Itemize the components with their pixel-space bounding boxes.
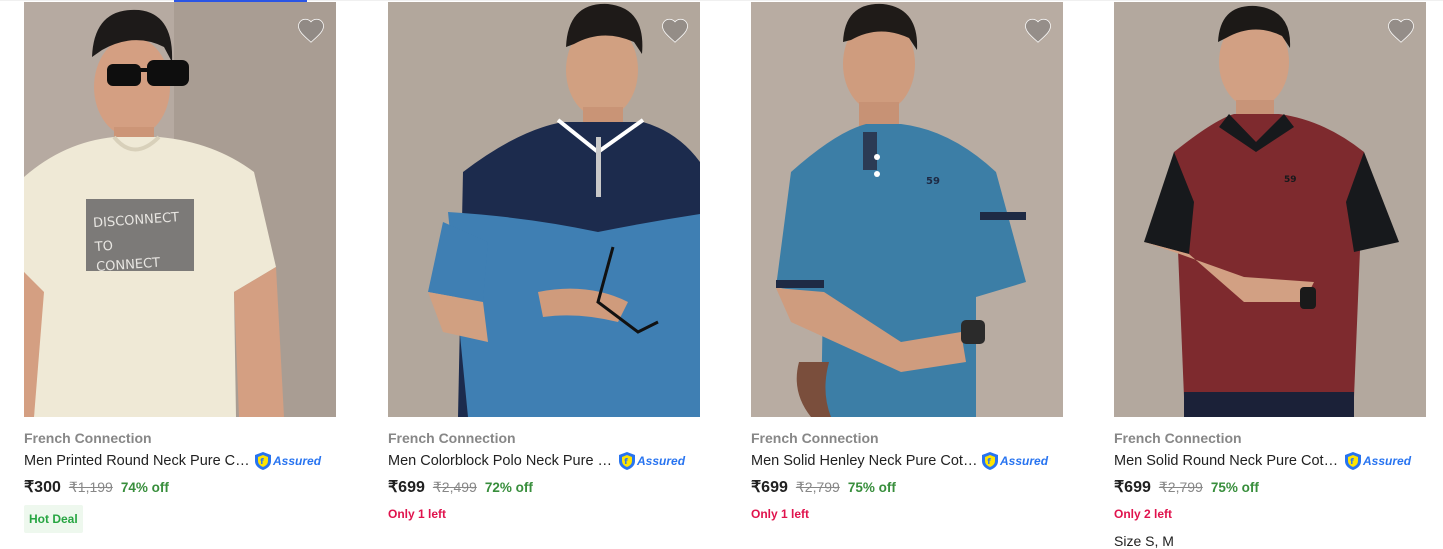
wishlist-heart-icon[interactable] bbox=[1023, 16, 1053, 46]
product-title-row[interactable]: Men Solid Henley Neck Pure Cotton T-shir… bbox=[751, 451, 1048, 471]
assured-label: Assured bbox=[1000, 454, 1049, 468]
product-title[interactable]: Men Printed Round Neck Pure Cotton T-shi… bbox=[24, 453, 252, 469]
product-image[interactable]: DISCONNECT TO CONNECT bbox=[24, 2, 336, 417]
product-image[interactable]: 59 bbox=[1114, 2, 1426, 417]
product-brand: French Connection bbox=[1114, 430, 1242, 446]
product-title-row[interactable]: Men Colorblock Polo Neck Pure Cotton T-s… bbox=[388, 451, 685, 471]
wishlist-heart-icon[interactable] bbox=[660, 16, 690, 46]
price-row: ₹699 ₹2,499 72% off bbox=[388, 477, 533, 497]
assured-label: Assured bbox=[637, 454, 686, 468]
hot-deal-badge: Hot Deal bbox=[24, 505, 83, 533]
assured-shield-icon: f bbox=[255, 452, 271, 470]
product-title-row[interactable]: Men Printed Round Neck Pure Cotton T-shi… bbox=[24, 451, 321, 471]
available-sizes: Size S, M bbox=[1114, 533, 1174, 549]
assured-badge: f Assured bbox=[981, 451, 1048, 471]
model-illustration bbox=[428, 3, 700, 417]
assured-badge: f Assured bbox=[1344, 451, 1411, 471]
original-price: ₹1,199 bbox=[68, 479, 113, 495]
product-card[interactable]: DISCONNECT TO CONNECT French Connection … bbox=[24, 0, 336, 541]
svg-text:59: 59 bbox=[1284, 175, 1297, 185]
assured-label: Assured bbox=[273, 454, 322, 468]
selling-price: ₹300 bbox=[24, 479, 61, 496]
product-title[interactable]: Men Colorblock Polo Neck Pure Cotton T-s… bbox=[388, 453, 616, 469]
discount-label: 75% off bbox=[847, 480, 896, 495]
product-card[interactable]: 59 French Connection Men Solid Henley Ne… bbox=[751, 0, 1063, 541]
svg-text:f: f bbox=[260, 457, 264, 466]
wishlist-heart-icon[interactable] bbox=[1386, 16, 1416, 46]
price-row: ₹699 ₹2,799 75% off bbox=[1114, 477, 1259, 497]
assured-badge: f Assured bbox=[618, 451, 685, 471]
original-price: ₹2,499 bbox=[432, 479, 477, 495]
model-illustration: 59 bbox=[776, 3, 1026, 417]
svg-text:f: f bbox=[1350, 457, 1354, 466]
discount-label: 74% off bbox=[120, 480, 169, 495]
product-title[interactable]: Men Solid Henley Neck Pure Cotton T-shir… bbox=[751, 453, 979, 469]
product-title[interactable]: Men Solid Round Neck Pure Cotton T-shirt bbox=[1114, 453, 1342, 469]
print-line-2: TO bbox=[93, 239, 113, 255]
selling-price: ₹699 bbox=[388, 479, 425, 496]
selling-price: ₹699 bbox=[751, 479, 788, 496]
assured-badge: f Assured bbox=[254, 451, 321, 471]
stock-status: Only 1 left bbox=[751, 507, 810, 521]
stock-status: Only 2 left bbox=[1114, 507, 1173, 521]
product-card[interactable]: 59 French Connection Men Solid Round Nec… bbox=[1114, 0, 1426, 549]
original-price: ₹2,799 bbox=[1158, 479, 1203, 495]
assured-label: Assured bbox=[1363, 454, 1412, 468]
wishlist-heart-icon[interactable] bbox=[296, 16, 326, 46]
product-image[interactable] bbox=[388, 2, 700, 417]
assured-shield-icon: f bbox=[1345, 452, 1361, 470]
assured-shield-icon: f bbox=[982, 452, 998, 470]
model-illustration: 59 bbox=[1144, 5, 1399, 417]
svg-text:59: 59 bbox=[926, 176, 940, 187]
product-title-row[interactable]: Men Solid Round Neck Pure Cotton T-shirt… bbox=[1114, 451, 1411, 471]
price-row: ₹699 ₹2,799 75% off bbox=[751, 477, 896, 497]
svg-text:f: f bbox=[624, 457, 628, 466]
selling-price: ₹699 bbox=[1114, 479, 1151, 496]
svg-text:f: f bbox=[987, 457, 991, 466]
discount-label: 72% off bbox=[484, 480, 533, 495]
model-illustration: DISCONNECT TO CONNECT bbox=[24, 2, 336, 417]
assured-shield-icon: f bbox=[619, 452, 635, 470]
product-brand: French Connection bbox=[24, 430, 152, 446]
stock-status: Only 1 left bbox=[388, 507, 447, 521]
discount-label: 75% off bbox=[1210, 480, 1259, 495]
price-row: ₹300 ₹1,199 74% off bbox=[24, 477, 169, 497]
product-brand: French Connection bbox=[751, 430, 879, 446]
original-price: ₹2,799 bbox=[795, 479, 840, 495]
product-image[interactable]: 59 bbox=[751, 2, 1063, 417]
product-card[interactable]: French Connection Men Colorblock Polo Ne… bbox=[388, 0, 700, 541]
product-brand: French Connection bbox=[388, 430, 516, 446]
